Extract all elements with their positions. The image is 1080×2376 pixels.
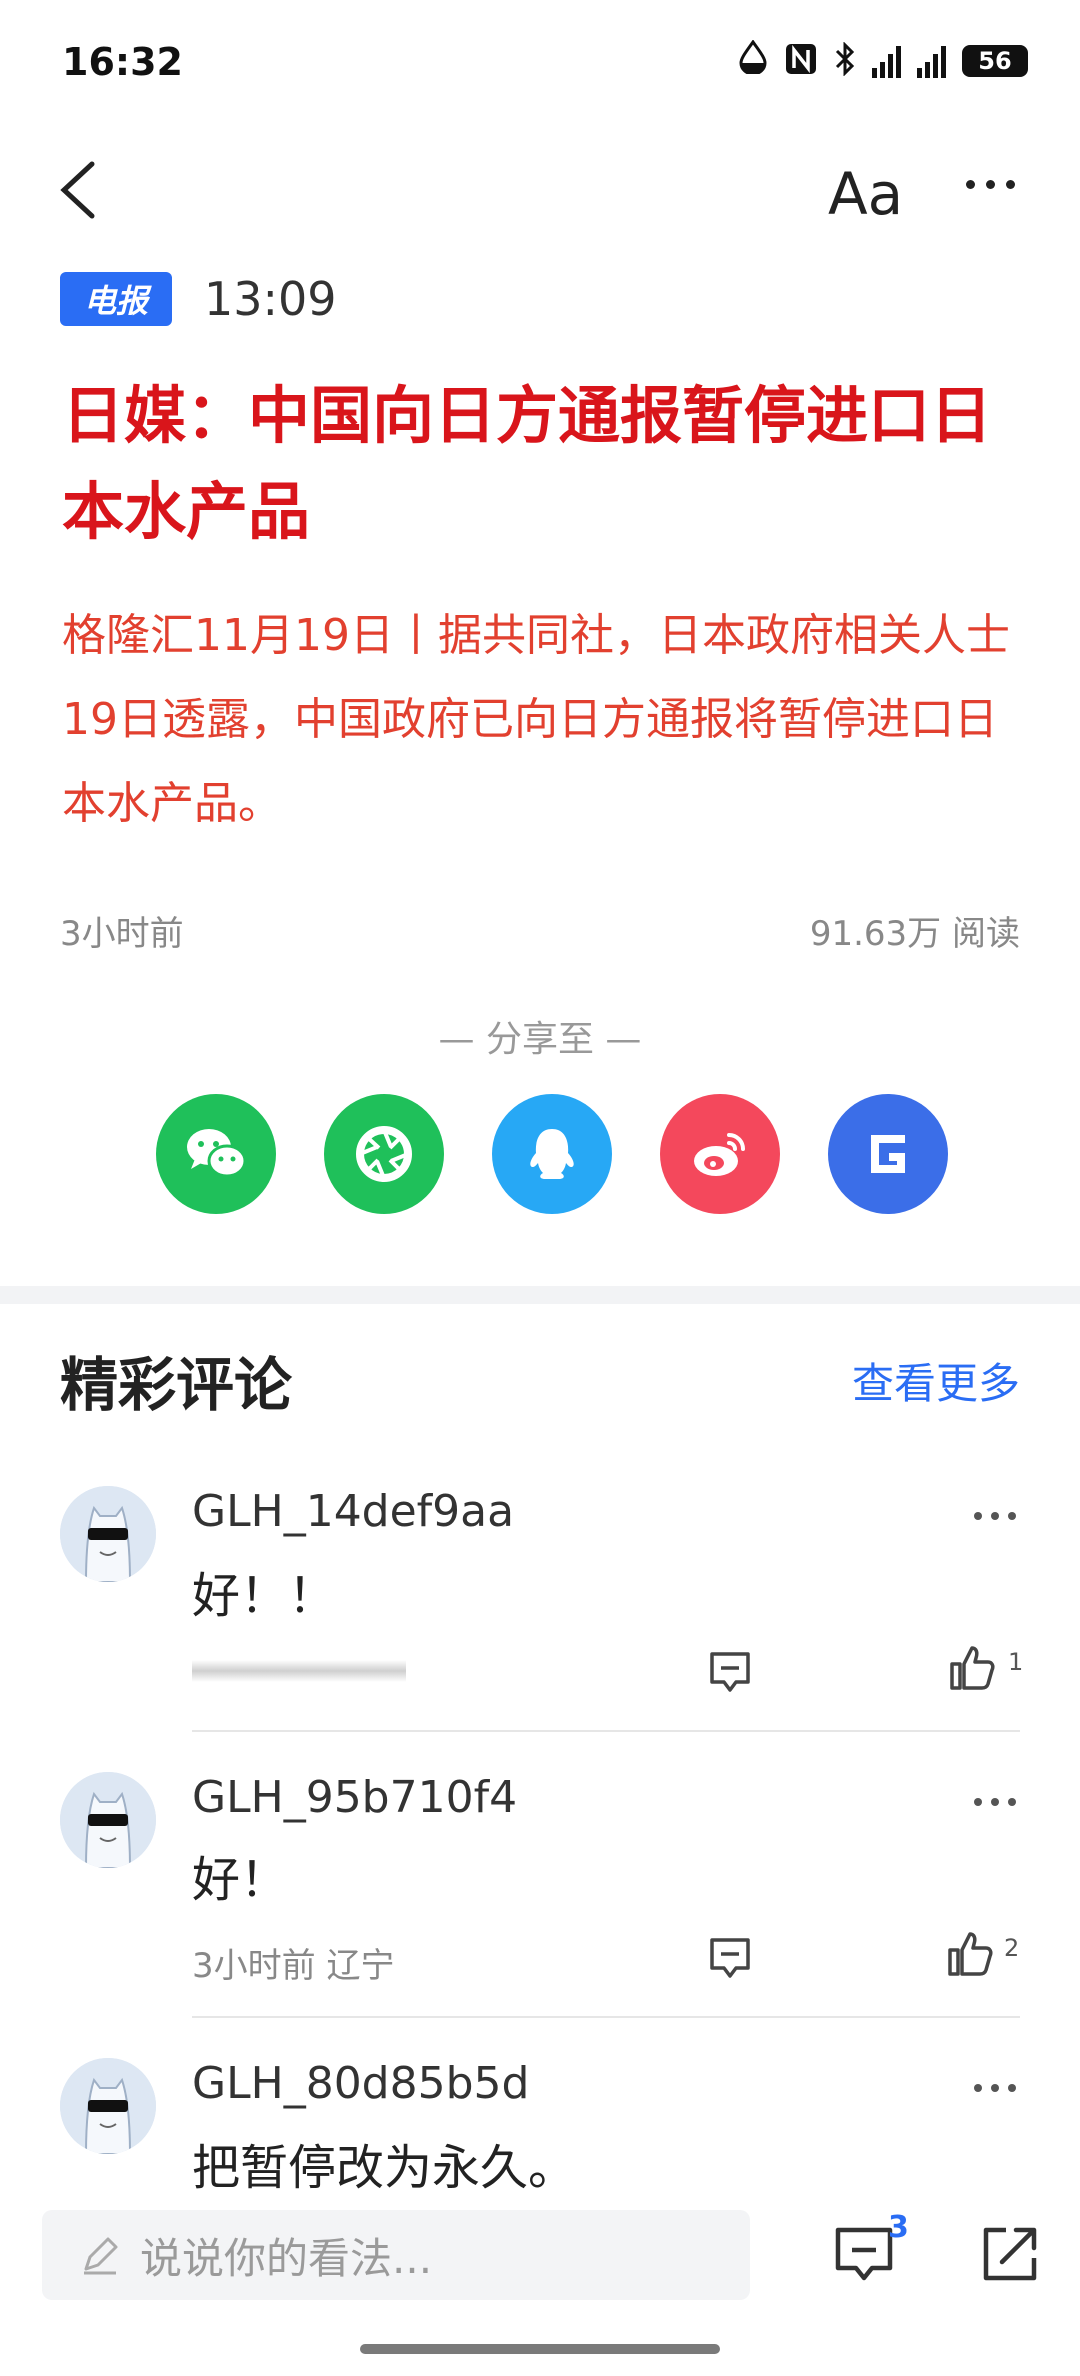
- like-count: 2: [1004, 1934, 1020, 1962]
- comments-title: 精彩评论: [60, 1351, 293, 1419]
- nfc-icon: [784, 42, 818, 80]
- like-button[interactable]: [946, 1930, 994, 1982]
- llama-avatar-icon: [60, 1772, 156, 1868]
- comment-meta: 3小时前 辽宁: [192, 1946, 395, 1986]
- avatar[interactable]: [60, 2058, 156, 2154]
- comment-meta-blurred: [192, 1660, 406, 1682]
- article-headline: 日媒：中国向日方通报暂停进口日本水产品: [62, 379, 993, 548]
- share-wechat-button[interactable]: [156, 1094, 276, 1214]
- reply-button[interactable]: [706, 1648, 754, 1700]
- comment-more-button[interactable]: [974, 1798, 1016, 1806]
- comment-text: 好！: [192, 1852, 289, 1908]
- comment-input-placeholder: 说说你的看法...: [140, 2233, 433, 2283]
- thumbs-up-icon: [948, 1932, 993, 1976]
- avatar[interactable]: [60, 1772, 156, 1868]
- battery-icon: 56: [962, 44, 1028, 77]
- more-options-button[interactable]: [966, 180, 1015, 189]
- gelonghui-icon: [871, 1135, 905, 1173]
- wechat-icon: [187, 1129, 247, 1178]
- status-icons: 56: [738, 39, 1028, 81]
- share-button[interactable]: [978, 2222, 1042, 2286]
- moments-icon: [356, 1126, 412, 1182]
- comment-count-badge: 3: [888, 2210, 909, 2245]
- share-qq-button[interactable]: [492, 1094, 612, 1214]
- like-count: 1: [1008, 1648, 1024, 1676]
- comment-separator: [192, 1730, 1020, 1732]
- share-weibo-button[interactable]: [660, 1094, 780, 1214]
- reply-icon: [710, 1938, 750, 1978]
- comment-input[interactable]: 说说你的看法...: [42, 2210, 750, 2300]
- avatar[interactable]: [60, 1486, 156, 1582]
- published-time: 3小时前: [60, 914, 184, 954]
- reply-button[interactable]: [706, 1934, 754, 1986]
- read-count: 91.63万 阅读: [809, 914, 1020, 954]
- back-button[interactable]: [46, 150, 116, 230]
- comment-text: 把暂停改为永久。: [192, 2140, 577, 2196]
- status-time: 16:32: [62, 40, 183, 84]
- share-out-icon: [983, 2227, 1037, 2281]
- qq-icon: [530, 1129, 574, 1179]
- see-more-link[interactable]: 查看更多: [852, 1350, 1020, 1411]
- llama-avatar-icon: [60, 2058, 156, 2154]
- article-time: 13:09: [204, 272, 337, 326]
- pen-icon: [84, 2237, 118, 2275]
- comment-icon: [835, 2227, 893, 2281]
- llama-avatar-icon: [60, 1486, 156, 1582]
- section-divider: [0, 1286, 1080, 1304]
- signal-5g-icon-2: [917, 44, 946, 78]
- home-indicator[interactable]: [360, 2344, 720, 2354]
- article-summary: 格隆汇11月19日丨据共同社，日本政府相关人士19日透露，中国政府已向日方通报将…: [62, 610, 1010, 829]
- share-moments-button[interactable]: [324, 1094, 444, 1214]
- share-title: — 分享至 —: [438, 1019, 642, 1060]
- telegraph-tag: 电报: [60, 272, 172, 326]
- comment-text: 好！！: [192, 1568, 337, 1624]
- comment-username[interactable]: GLH_14def9aa: [192, 1486, 514, 1537]
- comment-more-button[interactable]: [974, 2084, 1016, 2092]
- bluetooth-icon: [834, 40, 856, 80]
- thumbs-up-icon: [950, 1646, 995, 1690]
- like-button[interactable]: [948, 1644, 996, 1696]
- comment-separator: [192, 2016, 1020, 2018]
- drop-icon: [738, 39, 768, 81]
- share-gelonghui-button[interactable]: [828, 1094, 948, 1214]
- comments-button[interactable]: [832, 2222, 896, 2286]
- reply-icon: [710, 1652, 750, 1692]
- back-arrow-icon: [60, 161, 95, 219]
- signal-5g-icon-1: [872, 44, 901, 78]
- comment-more-button[interactable]: [974, 1512, 1016, 1520]
- weibo-icon: [694, 1133, 745, 1176]
- font-size-button[interactable]: Aa: [828, 160, 903, 228]
- comment-username[interactable]: GLH_80d85b5d: [192, 2058, 529, 2109]
- comment-username[interactable]: GLH_95b710f4: [192, 1772, 517, 1823]
